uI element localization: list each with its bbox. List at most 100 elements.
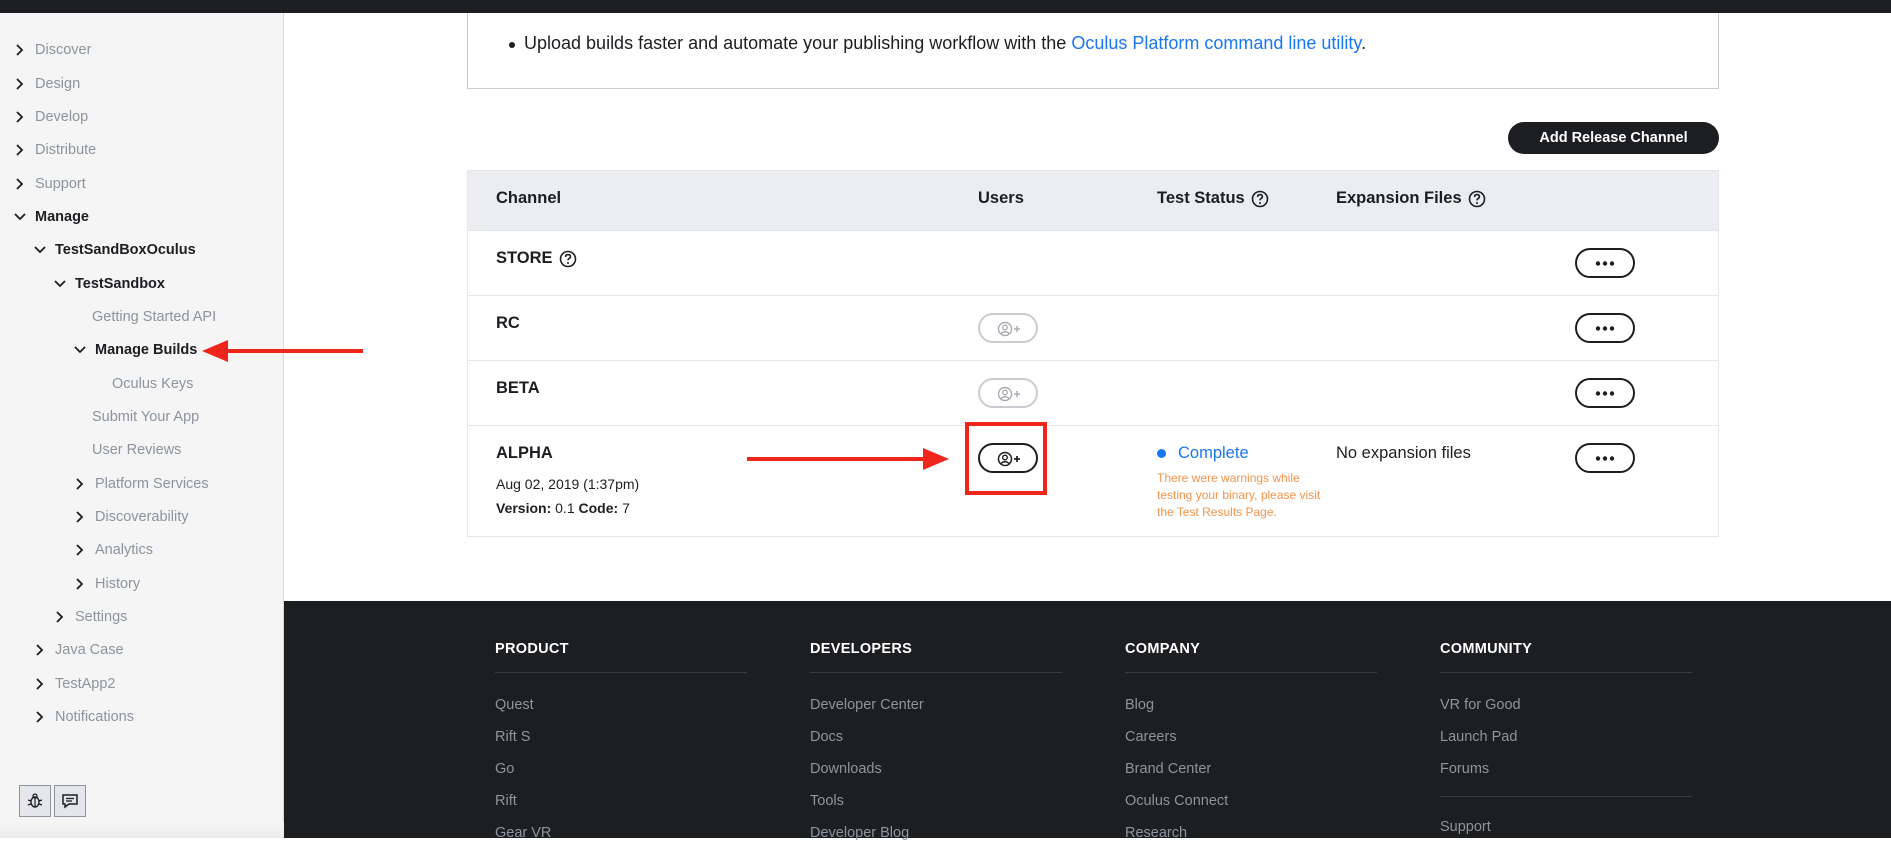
chevron-right-icon (73, 543, 87, 557)
more-options-button[interactable] (1575, 248, 1635, 278)
test-status-label: Complete (1178, 444, 1249, 462)
chevron-right-icon (13, 77, 27, 91)
chevron-down-icon (13, 210, 27, 224)
bug-report-button[interactable] (19, 785, 51, 817)
sidebar-item-manage-builds[interactable]: Manage Builds (73, 338, 197, 362)
header-users: Users (978, 189, 1024, 207)
channel-name: BETA (496, 379, 540, 397)
footer-column-product: PRODUCT Quest Rift S Go Rift Gear VR (495, 641, 747, 841)
info-box: Upload builds faster and automate your p… (467, 13, 1719, 89)
header-test-status-label: Test Status (1157, 189, 1245, 207)
chevron-right-icon (33, 710, 47, 724)
footer-link[interactable]: Tools (810, 793, 844, 809)
sidebar-item-testsandboxoculus[interactable]: TestSandBoxOculus (33, 238, 196, 262)
chevron-down-icon (73, 343, 87, 357)
footer-link[interactable]: Rift S (495, 729, 530, 745)
footer-divider (495, 672, 747, 673)
expansion-files-value: No expansion files (1336, 444, 1471, 462)
sidebar-item-testapp2[interactable]: TestApp2 (33, 672, 115, 696)
chevron-down-icon (53, 277, 67, 291)
chevron-right-icon (33, 643, 47, 657)
version-value: 0.1 (555, 500, 575, 516)
footer-link[interactable]: Brand Center (1125, 761, 1211, 777)
sidebar-item-manage[interactable]: Manage (13, 205, 89, 229)
cli-utility-link[interactable]: Oculus Platform command line utility (1071, 33, 1361, 53)
footer-link[interactable]: Developer Center (810, 697, 924, 713)
sidebar-item-label: Analytics (95, 542, 154, 558)
top-bar (284, 0, 1891, 13)
sidebar-item-discoverability[interactable]: Discoverability (73, 505, 188, 529)
sidebar-item-testsandbox[interactable]: TestSandbox (53, 272, 165, 296)
sidebar-item-label: Java Case (55, 642, 124, 658)
sidebar-item-getting-started-api[interactable]: Getting Started API (92, 305, 216, 329)
footer-link[interactable]: Gear VR (495, 825, 551, 841)
add-user-icon (997, 386, 1020, 402)
footer-link[interactable]: VR for Good (1440, 697, 1521, 713)
sidebar-item-label: TestSandbox (75, 276, 165, 292)
sidebar-item-notifications[interactable]: Notifications (33, 705, 134, 729)
test-status[interactable]: Complete (1157, 444, 1249, 463)
sidebar-item-support[interactable]: Support (13, 172, 86, 196)
sidebar-item-label: Discoverability (95, 509, 189, 525)
footer-divider (1440, 796, 1692, 797)
footer: PRODUCT Quest Rift S Go Rift Gear VR DEV… (284, 601, 1891, 841)
more-options-button[interactable] (1575, 443, 1635, 473)
sidebar-item-submit-your-app[interactable]: Submit Your App (92, 405, 199, 429)
help-icon[interactable] (1251, 190, 1269, 208)
footer-column-community: COMMUNITY VR for Good Launch Pad Forums … (1440, 641, 1692, 835)
sidebar-item-discover[interactable]: Discover (13, 38, 91, 62)
sidebar-item-label: Getting Started API (92, 309, 217, 325)
sidebar-item-distribute[interactable]: Distribute (13, 138, 96, 162)
sidebar-item-label: User Reviews (92, 442, 182, 458)
sidebar-item-develop[interactable]: Develop (13, 105, 88, 129)
table-row: ALPHA Aug 02, 2019 (1:37pm) Version: 0.1… (468, 425, 1718, 537)
annotation-arrow-left-icon (202, 340, 363, 362)
footer-link[interactable]: Blog (1125, 697, 1154, 713)
status-dot (1157, 449, 1166, 459)
footer-link[interactable]: Downloads (810, 761, 882, 777)
sidebar-item-label: Submit Your App (92, 409, 200, 425)
sidebar-item-platform-services[interactable]: Platform Services (73, 472, 209, 496)
sidebar-item-user-reviews[interactable]: User Reviews (92, 438, 181, 462)
footer-link[interactable]: Developer Blog (810, 825, 909, 841)
chevron-right-icon (33, 677, 47, 691)
footer-link[interactable]: Forums (1440, 761, 1489, 777)
add-user-icon (997, 321, 1020, 337)
bullet-dot (509, 42, 515, 48)
table-header: Channel Users Test Status Expansion File… (468, 171, 1718, 230)
add-user-button[interactable] (978, 313, 1038, 343)
sidebar-item-oculus-keys[interactable]: Oculus Keys (112, 372, 193, 396)
add-user-button[interactable] (978, 378, 1038, 408)
footer-link[interactable]: Go (495, 761, 514, 777)
sidebar-item-history[interactable]: History (73, 572, 140, 596)
channel-name: STORE (496, 249, 577, 268)
sidebar-item-java-case[interactable]: Java Case (33, 638, 124, 662)
footer-link[interactable]: Careers (1125, 729, 1177, 745)
help-icon[interactable] (559, 250, 577, 268)
sidebar-item-settings[interactable]: Settings (53, 605, 127, 629)
header-channel: Channel (496, 189, 562, 207)
more-options-button[interactable] (1575, 313, 1635, 343)
info-text-main: Upload builds faster and automate your p… (524, 33, 1067, 53)
build-version: Version: 0.1 Code: 7 (496, 500, 630, 516)
more-dots-icon (1595, 261, 1615, 266)
footer-link[interactable]: Launch Pad (1440, 729, 1517, 745)
footer-link[interactable]: Research (1125, 825, 1187, 841)
sidebar-item-label: Develop (35, 109, 89, 125)
footer-link[interactable]: Docs (810, 729, 843, 745)
sidebar-item-label: Settings (75, 609, 128, 625)
sidebar-item-analytics[interactable]: Analytics (73, 538, 153, 562)
feedback-button[interactable] (54, 785, 86, 817)
footer-link[interactable]: Oculus Connect (1125, 793, 1228, 809)
footer-divider (1125, 672, 1377, 673)
add-release-channel-button[interactable]: Add Release Channel (1508, 122, 1719, 154)
sidebar-item-label: Manage Builds (95, 342, 198, 358)
more-options-button[interactable] (1575, 378, 1635, 408)
footer-link[interactable]: Quest (495, 697, 534, 713)
footer-link[interactable]: Support (1440, 819, 1491, 835)
sidebar-item-design[interactable]: Design (13, 72, 80, 96)
help-icon[interactable] (1468, 190, 1486, 208)
footer-link[interactable]: Rift (495, 793, 517, 809)
chevron-right-icon (73, 510, 87, 524)
chevron-right-icon (13, 110, 27, 124)
